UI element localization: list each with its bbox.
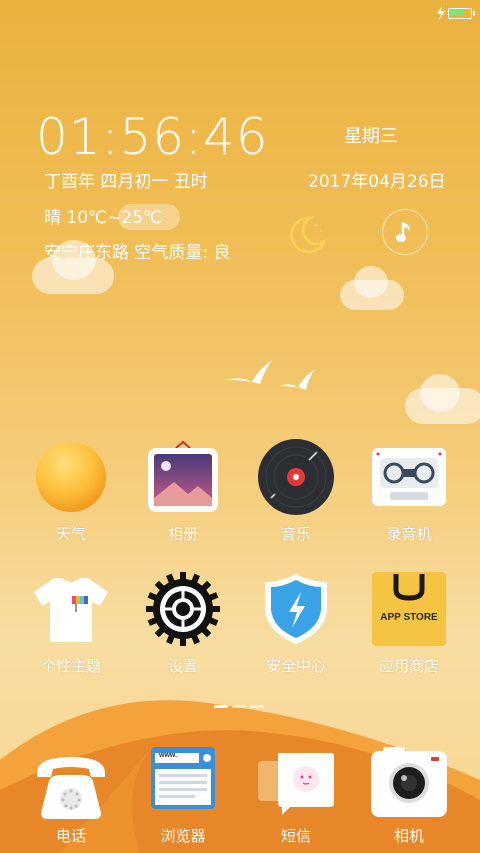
sun-icon [34, 440, 108, 514]
browser-icon: www. [143, 747, 223, 821]
music-note-button[interactable] [382, 209, 428, 255]
app-label: 电话 [55, 827, 86, 845]
vinyl-record-icon [258, 439, 334, 515]
app-label: 天气 [55, 525, 86, 543]
app-store-icon: APP STORE [372, 572, 446, 646]
photo-frame-icon [146, 440, 220, 514]
weather-summary: 晴 10℃~25℃ [44, 208, 163, 228]
music-note-icon [396, 222, 411, 242]
app-gallery[interactable]: 相册 [128, 440, 238, 544]
moon-icon [290, 216, 327, 254]
status-bar [0, 0, 480, 28]
page-dot-active[interactable] [214, 705, 228, 708]
dock-camera[interactable]: 相机 [354, 747, 464, 846]
gear-icon [146, 572, 220, 646]
cassette-icon [372, 440, 446, 514]
app-weather[interactable]: 天气 [16, 440, 126, 544]
clock-time: 01:56:46 [36, 108, 269, 166]
app-music[interactable]: 音乐 [241, 439, 351, 544]
app-store[interactable]: APP STORE 应用商店 [354, 572, 464, 676]
battery-level-fill [450, 10, 464, 16]
message-icon [256, 747, 336, 821]
charging-icon [437, 6, 445, 20]
page-dot[interactable] [250, 705, 264, 708]
app-label: 音乐 [280, 525, 311, 543]
weekday-label: 星期三 [344, 126, 398, 147]
camera-icon [369, 747, 449, 821]
app-label: 相机 [393, 827, 424, 845]
app-label: 浏览器 [160, 827, 206, 845]
app-label: 设置 [167, 657, 198, 675]
dock-phone[interactable]: 电话 [16, 747, 126, 846]
app-store-text: APP STORE [380, 612, 438, 623]
page-indicator[interactable] [214, 703, 270, 709]
shield-icon [259, 572, 333, 646]
battery-icon [448, 8, 475, 19]
app-label: 应用商店 [378, 657, 439, 675]
dock-browser[interactable]: www. 浏览器 [128, 747, 238, 846]
app-label: 安全中心 [265, 657, 326, 675]
app-label: 短信 [280, 827, 311, 845]
app-themes[interactable]: 个性主题 [16, 572, 126, 676]
dock-messages[interactable]: 短信 [241, 747, 351, 846]
solar-date: 2017年04月26日 [308, 172, 446, 192]
tshirt-icon [34, 572, 108, 646]
page-dot[interactable] [232, 705, 246, 708]
cloud-decoration [354, 266, 388, 298]
app-settings[interactable]: 设置 [128, 572, 238, 676]
birds-decoration [226, 360, 314, 390]
app-label: 相册 [167, 525, 198, 543]
browser-url-text: www. [159, 752, 178, 759]
location-air-quality: 安宁庄东路 空气质量: 良 [44, 243, 231, 263]
lunar-date: 丁酉年 四月初一 丑时 [44, 172, 208, 192]
phone-icon [31, 747, 111, 821]
app-label: 个性主题 [40, 657, 101, 675]
app-security[interactable]: 安全中心 [241, 572, 351, 676]
app-recorder[interactable]: 录音机 [354, 440, 464, 544]
app-label: 录音机 [386, 525, 432, 543]
cloud-decoration [420, 374, 460, 412]
